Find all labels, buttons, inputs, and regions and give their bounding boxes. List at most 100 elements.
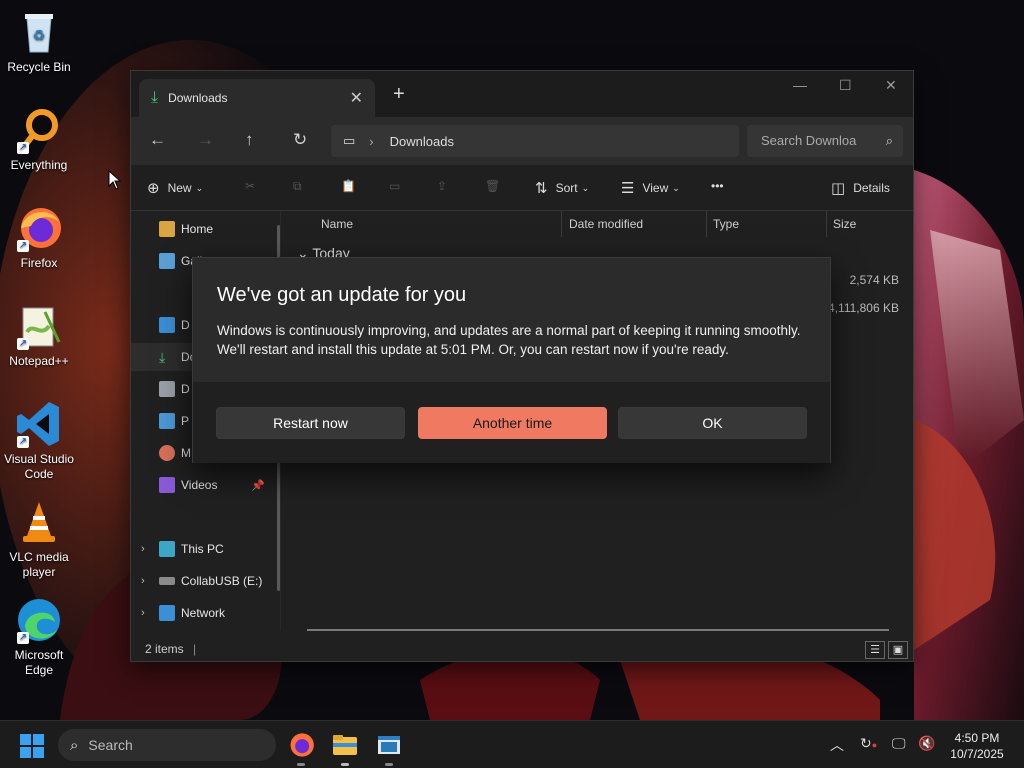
desktop-icon-vscode[interactable]: ↗ Visual Studio Code — [0, 400, 78, 482]
chevron-right-icon[interactable]: › — [141, 543, 159, 555]
navigation-bar: ← → ↑ ↻ ▭ › Downloads Search Downloa ⌕ — [131, 117, 913, 165]
command-bar: ⊕ New ⌄ ✂ ⧉ 📋 ▭ ⇪ 🗑 ⇅ Sort ⌄ ☰ View ⌄ ••… — [131, 165, 913, 211]
horizontal-scrollbar[interactable] — [307, 629, 889, 631]
desktop-folder-icon — [159, 317, 175, 333]
address-bar[interactable]: ▭ › Downloads — [331, 125, 739, 157]
restart-now-button[interactable]: Restart now — [216, 407, 405, 439]
sidebar-item-label: P — [181, 414, 190, 428]
sidebar-item-videos[interactable]: Videos 📌 — [131, 471, 279, 499]
cut-icon[interactable]: ✂ — [245, 179, 255, 193]
tab-downloads[interactable]: ⤓ Downloads ✕ — [139, 79, 375, 117]
sort-button[interactable]: ⇅ Sort ⌄ — [535, 179, 589, 197]
sidebar-item-network[interactable]: › Network — [131, 599, 279, 627]
tray-overflow-chevron-icon[interactable]: ︿ — [830, 735, 844, 755]
update-dialog: We've got an update for you Windows is c… — [192, 257, 831, 463]
column-divider[interactable] — [561, 211, 562, 237]
chevron-down-icon: ⌄ — [581, 182, 590, 193]
share-icon[interactable]: ⇪ — [437, 179, 447, 193]
up-arrow-icon[interactable]: ↑ — [245, 130, 254, 150]
details-button[interactable]: ◫ Details — [831, 179, 890, 197]
taskbar-firefox[interactable] — [287, 731, 315, 766]
paste-icon[interactable]: 📋 — [341, 179, 356, 193]
column-header-name[interactable]: Name — [321, 217, 353, 231]
mouse-cursor-icon — [108, 170, 122, 190]
view-button[interactable]: ☰ View ⌄ — [621, 179, 680, 197]
sidebar-item-label: D — [181, 382, 190, 396]
column-header-size[interactable]: Size — [833, 217, 856, 231]
column-divider[interactable] — [826, 211, 827, 237]
new-button[interactable]: ⊕ New ⌄ — [147, 179, 203, 197]
taskbar-clock[interactable]: 4:50 PM 10/7/2025 — [946, 730, 1008, 762]
rename-icon[interactable]: ▭ — [389, 179, 400, 193]
explorer-titlebar[interactable]: ⤓ Downloads ✕ + — ☐ ✕ — [131, 71, 913, 117]
app-window-icon — [378, 736, 400, 754]
recycle-bin-icon: ♻ — [15, 8, 63, 56]
sidebar-item-usb[interactable]: › CollabUSB (E:) — [131, 567, 279, 595]
taskbar-search-input[interactable]: ⌕ Search — [58, 729, 276, 761]
sidebar-item-label: D — [181, 318, 190, 332]
clock-date: 10/7/2025 — [950, 747, 1004, 761]
sidebar-item-this-pc[interactable]: › This PC — [131, 535, 279, 563]
another-time-button[interactable]: Another time — [418, 407, 607, 439]
sidebar-item-label: Network — [181, 606, 226, 620]
status-separator: | — [193, 642, 197, 656]
chevron-right-icon[interactable]: › — [141, 607, 159, 619]
dialog-body: We've got an update for you Windows is c… — [193, 258, 830, 382]
chevron-right-icon[interactable]: › — [141, 575, 159, 587]
delete-icon[interactable]: 🗑 — [485, 179, 500, 193]
forward-arrow-icon[interactable]: → — [197, 130, 214, 150]
taskbar-app-window[interactable] — [375, 731, 403, 766]
volume-muted-icon[interactable]: 🔇 — [918, 735, 935, 752]
chevron-right-icon: › — [369, 133, 374, 149]
documents-icon — [159, 381, 175, 397]
maximize-icon[interactable]: ☐ — [839, 77, 852, 94]
plus-circle-icon: ⊕ — [147, 180, 160, 197]
back-arrow-icon[interactable]: ← — [149, 130, 166, 150]
usb-drive-icon — [159, 577, 175, 585]
view-label: View — [642, 181, 669, 195]
taskbar-file-explorer[interactable] — [331, 731, 359, 766]
sidebar-item-label: CollabUSB (E:) — [181, 574, 263, 588]
firefox-icon — [290, 733, 314, 757]
new-tab-button[interactable]: + — [393, 83, 405, 106]
update-restart-icon[interactable]: ↻● — [860, 735, 877, 752]
pin-icon[interactable]: 📌 — [251, 479, 265, 492]
breadcrumb-downloads[interactable]: Downloads — [390, 134, 454, 149]
column-header-date-modified[interactable]: Date modified — [569, 217, 643, 231]
close-tab-icon[interactable]: ✕ — [350, 88, 363, 108]
more-options-button[interactable]: ••• — [711, 179, 724, 193]
details-view-toggle-icon[interactable]: ☰ — [865, 641, 885, 659]
column-header-type[interactable]: Type — [713, 217, 739, 231]
network-icon — [159, 605, 175, 621]
desktop-icon-notepadpp[interactable]: ↗ Notepad++ — [0, 302, 78, 369]
desktop-icon-vlc[interactable]: VLC media player — [0, 498, 78, 580]
close-window-icon[interactable]: ✕ — [885, 77, 897, 94]
windows-logo-icon — [20, 734, 31, 745]
refresh-icon[interactable]: ↻ — [293, 130, 307, 150]
edge-icon: ↗ — [15, 596, 63, 644]
desktop-icon-label: VLC media player — [9, 550, 69, 579]
desktop-icon-label: Firefox — [20, 256, 58, 270]
sidebar-item-home[interactable]: Home — [131, 215, 279, 243]
monitor-icon: ▭ — [343, 133, 356, 148]
ok-button[interactable]: OK — [618, 407, 807, 439]
desktop-icon-edge[interactable]: ↗ Microsoft Edge — [0, 596, 78, 678]
explorer-search-input[interactable]: Search Downloa ⌕ — [747, 125, 903, 157]
network-status-icon[interactable]: 🖵 — [892, 735, 906, 752]
start-button[interactable] — [20, 734, 44, 758]
sidebar-item-label: This PC — [181, 542, 224, 556]
column-divider[interactable] — [706, 211, 707, 237]
desktop-icon-recycle-bin[interactable]: ♻ Recycle Bin — [0, 8, 78, 75]
desktop-icon-label: Visual Studio Code — [4, 452, 74, 481]
copy-icon[interactable]: ⧉ — [293, 179, 302, 194]
desktop-icon-firefox[interactable]: ↗ Firefox — [0, 204, 78, 271]
sort-icon: ⇅ — [535, 180, 548, 197]
tab-title: Downloads — [168, 91, 228, 105]
minimize-icon[interactable]: — — [793, 77, 807, 93]
chevron-down-icon: ⌄ — [195, 182, 204, 193]
tiles-view-toggle-icon[interactable]: ▣ — [888, 641, 908, 659]
sort-label: Sort — [555, 181, 578, 195]
gallery-icon — [159, 253, 175, 269]
file-size: 4,111,806 KB — [828, 301, 899, 315]
desktop-icon-everything[interactable]: ↗ Everything — [0, 106, 78, 173]
